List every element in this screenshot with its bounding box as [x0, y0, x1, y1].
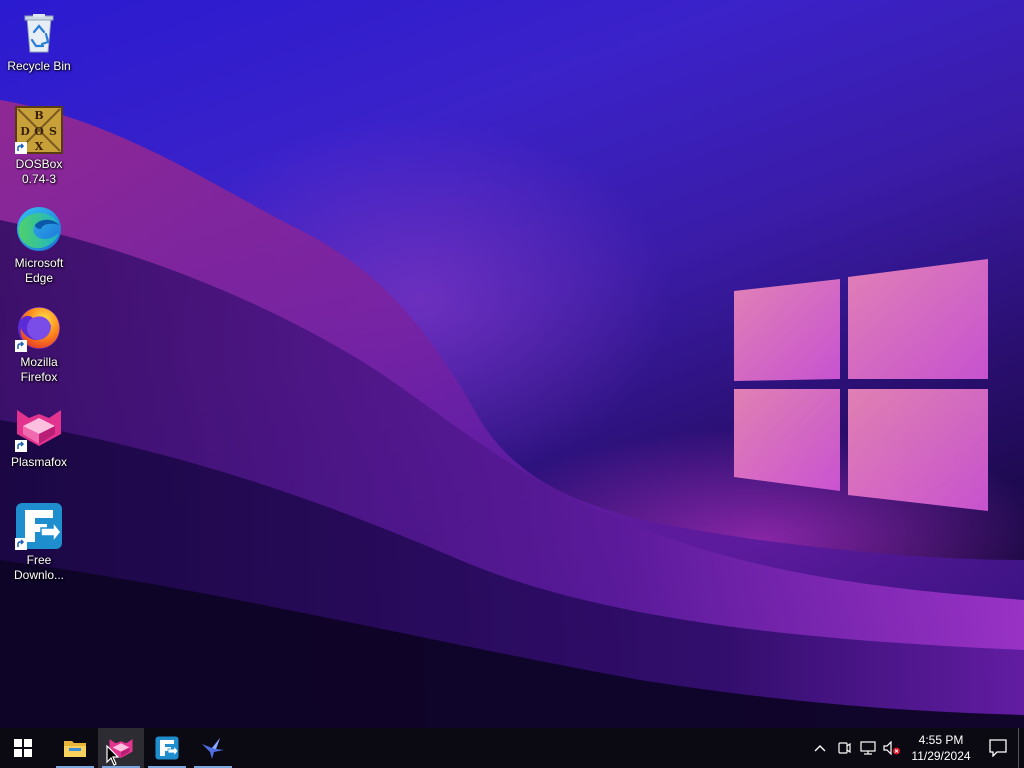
chevron-up-icon[interactable]	[808, 728, 832, 768]
mouse-cursor-icon	[106, 745, 120, 766]
desktop-icon-free-download-manager[interactable]: Free Downlo...	[4, 502, 74, 583]
file-explorer-button[interactable]	[52, 728, 98, 768]
fdm-taskbar-button[interactable]	[144, 728, 190, 768]
desktop-icon-label: DOSBox 0.74-3	[15, 157, 63, 186]
clock-date: 11/29/2024	[911, 749, 971, 763]
dosbox-logo-letter: B	[34, 109, 43, 122]
desktop-icon-label: Microsoft Edge	[14, 256, 64, 285]
shortcut-arrow-icon	[15, 142, 27, 154]
shortcut-arrow-icon	[15, 538, 27, 550]
recycle-bin-icon	[15, 8, 63, 56]
desktop-icon-mozilla-firefox[interactable]: Mozilla Firefox	[4, 304, 74, 385]
action-center-button[interactable]	[978, 728, 1018, 768]
taskbar: 4:55 PM 11/29/2024	[0, 728, 1024, 768]
plasmafox-icon	[15, 404, 63, 452]
system-tray: 4:55 PM 11/29/2024	[808, 728, 1024, 768]
meet-now-icon[interactable]	[832, 728, 856, 768]
desktop[interactable]: Recycle Bin B D O S X DOSBox 0.74-3 Micr…	[0, 0, 1024, 728]
clock[interactable]: 4:55 PM 11/29/2024	[904, 728, 978, 768]
desktop-icon-recycle-bin[interactable]: Recycle Bin	[4, 8, 74, 74]
bird-icon	[202, 738, 224, 759]
desktop-icon-label: Free Downlo...	[13, 553, 65, 582]
network-icon[interactable]	[856, 728, 880, 768]
clock-time: 4:55 PM	[918, 733, 964, 747]
volume-muted-icon[interactable]	[880, 728, 904, 768]
windows-start-icon	[14, 739, 32, 757]
shortcut-arrow-icon	[15, 340, 27, 352]
bird-app-taskbar-button[interactable]	[190, 728, 236, 768]
firefox-icon	[15, 304, 63, 352]
desktop-icon-plasmafox[interactable]: Plasmafox	[4, 404, 74, 470]
edge-icon	[15, 205, 63, 253]
fdm-icon	[15, 502, 63, 550]
dosbox-logo-letter: S	[49, 125, 57, 138]
fdm-icon	[155, 736, 179, 760]
dosbox-logo-letter: X	[35, 140, 44, 153]
windows-logo-wallpaper	[734, 259, 988, 511]
dosbox-logo-letter: D	[20, 125, 30, 138]
desktop-icon-label: Recycle Bin	[7, 59, 71, 73]
dosbox-icon: B D O S X	[15, 106, 63, 154]
desktop-icon-label: Plasmafox	[10, 455, 68, 469]
desktop-icon-dosbox[interactable]: B D O S X DOSBox 0.74-3	[4, 106, 74, 187]
shortcut-arrow-icon	[15, 440, 27, 452]
dosbox-logo-letter: O	[34, 125, 44, 138]
action-center-icon	[989, 739, 1007, 757]
desktop-icon-label: Mozilla Firefox	[20, 355, 58, 384]
desktop-icon-microsoft-edge[interactable]: Microsoft Edge	[4, 205, 74, 286]
start-button[interactable]	[0, 728, 46, 768]
folder-icon	[64, 741, 86, 757]
show-desktop-button[interactable]	[1018, 728, 1024, 768]
